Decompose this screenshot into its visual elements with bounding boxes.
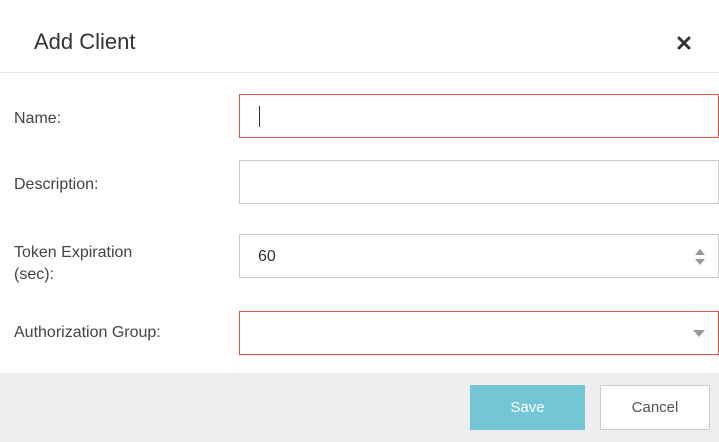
dialog-header: Add Client (0, 0, 719, 73)
name-label: Name: (14, 110, 62, 127)
token-expiration-label-line2: (sec): (14, 266, 54, 283)
dialog-footer: Save Cancel (0, 373, 719, 442)
cancel-button[interactable]: Cancel (600, 385, 710, 430)
authorization-group-label: Authorization Group: (14, 324, 161, 341)
description-input[interactable] (239, 160, 719, 204)
name-input[interactable] (239, 94, 719, 138)
close-icon (677, 36, 691, 50)
token-expiration-value: 60 (258, 248, 276, 265)
chevron-down-icon (693, 330, 705, 337)
authorization-group-select[interactable] (239, 311, 719, 355)
number-spinner[interactable] (694, 245, 706, 269)
token-expiration-input[interactable]: 60 (239, 234, 719, 278)
description-label: Description: (14, 176, 99, 193)
text-cursor (259, 106, 260, 127)
save-button[interactable]: Save (470, 385, 585, 430)
add-client-dialog: Add Client Name: Description: Token Expi… (0, 0, 719, 442)
token-expiration-label-line1: Token Expiration (14, 244, 133, 261)
close-button[interactable] (672, 31, 696, 55)
spinner-down-icon[interactable] (695, 259, 705, 265)
spinner-up-icon[interactable] (695, 249, 705, 255)
dialog-title: Add Client (34, 29, 136, 54)
token-expiration-label: Token Expiration (sec): (14, 242, 132, 286)
